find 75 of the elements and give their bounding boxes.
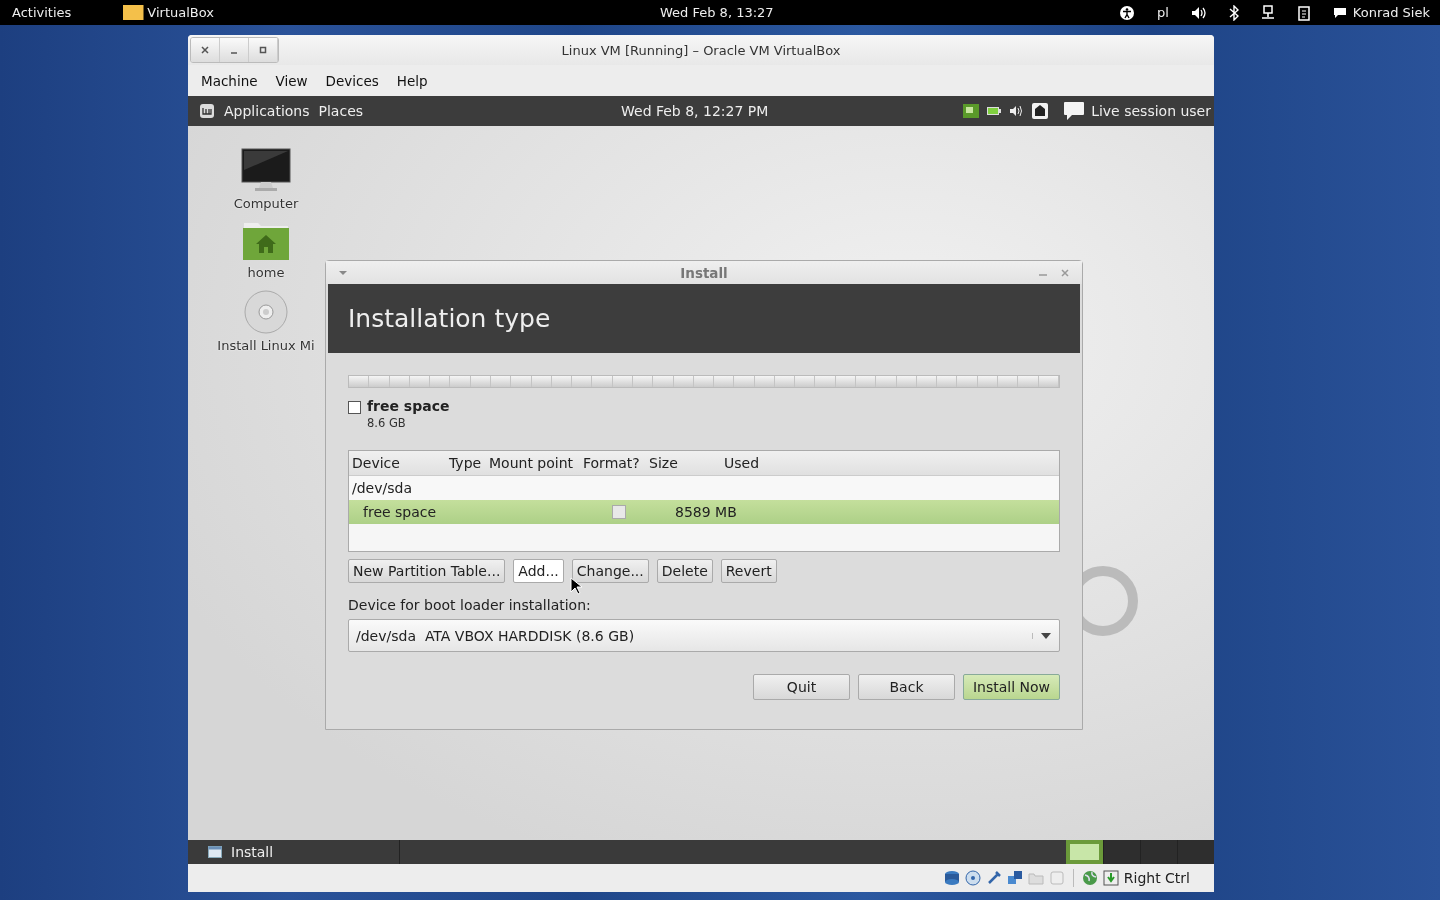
chat-bubble-icon: [1063, 101, 1086, 121]
window-menu-icon[interactable]: [338, 269, 348, 276]
close-button[interactable]: [191, 38, 220, 62]
globe-icon[interactable]: [1081, 870, 1098, 886]
workspace-switcher-cell[interactable]: [1177, 840, 1214, 864]
partition-action-button[interactable]: Delete: [656, 559, 713, 583]
partition-action-button[interactable]: Change...: [571, 559, 649, 583]
dropdown-arrow-icon: [1032, 632, 1051, 639]
menu-item[interactable]: Help: [396, 72, 428, 89]
volume-icon[interactable]: [1009, 105, 1024, 117]
places-menu[interactable]: Places: [318, 103, 364, 119]
maximize-button[interactable]: [249, 38, 278, 62]
boot-loader-label: Device for boot loader installation:: [348, 597, 592, 613]
device-cell-text: /dev/sda: [351, 480, 413, 496]
menu-item[interactable]: Machine: [201, 72, 258, 89]
workspace-switcher-cell[interactable]: [1066, 840, 1103, 864]
home-folder-icon[interactable]: [242, 221, 290, 261]
tray-icon[interactable]: [1031, 102, 1050, 120]
bluetooth-icon[interactable]: [1228, 4, 1239, 21]
hard-disk-icon[interactable]: [943, 870, 960, 886]
dialog-title: Install: [680, 264, 728, 281]
dialog-button[interactable]: Install Now: [963, 674, 1060, 700]
app-menu[interactable]: VirtualBox: [123, 5, 214, 20]
host-key-label: Right Ctrl: [1123, 870, 1190, 886]
partition-checkbox[interactable]: [348, 401, 361, 414]
column-header[interactable]: Format?: [580, 455, 646, 471]
network-icon[interactable]: [963, 104, 980, 118]
partition-action-button[interactable]: Add...: [513, 559, 564, 583]
column-header[interactable]: Type: [446, 455, 486, 471]
chat-bubble-icon: [1332, 6, 1347, 19]
size-cell-text: 8589 MB: [674, 504, 738, 520]
network-adapter-icon[interactable]: [1006, 870, 1023, 886]
network-icon[interactable]: [1260, 4, 1275, 21]
format-checkbox[interactable]: [612, 505, 626, 519]
monitor-icon[interactable]: [241, 148, 291, 192]
activities-button[interactable]: Activities: [12, 5, 72, 20]
workspace-switcher-cell[interactable]: [1103, 840, 1140, 864]
keyboard-layout[interactable]: pl: [1156, 5, 1169, 20]
column-header[interactable]: Device: [349, 455, 446, 471]
maximize-icon: [259, 46, 267, 54]
workspace-switcher-cell[interactable]: [1140, 840, 1177, 864]
menu-item[interactable]: Devices: [325, 72, 379, 89]
guest-clock[interactable]: Wed Feb 8, 12:27 PM: [621, 103, 769, 119]
desktop-icon-label[interactable]: Computer: [233, 196, 299, 211]
heading: Installation type: [348, 304, 551, 333]
desktop-icon-label[interactable]: Install Linux Mi: [217, 338, 315, 353]
dialog-button[interactable]: Quit: [753, 674, 850, 700]
table-row[interactable]: free space 8589 MB: [349, 500, 1059, 524]
clock[interactable]: Wed Feb 8, 13:27: [660, 5, 774, 20]
device-cell-text: free space: [362, 504, 438, 520]
partition-size: 8.6 GB: [367, 416, 407, 430]
clipboard-icon[interactable]: [1296, 4, 1311, 21]
partition-name: free space: [367, 398, 450, 414]
window-title: Linux VM [Running] – Oracle VM VirtualBox: [561, 42, 841, 58]
column-header[interactable]: Used: [721, 455, 804, 471]
menu-logo-icon: [199, 103, 215, 119]
menu-item[interactable]: View: [275, 72, 308, 89]
partition-action-button[interactable]: Revert: [720, 559, 777, 583]
optical-disc-icon[interactable]: [964, 870, 981, 886]
dialog-button[interactable]: Back: [858, 674, 955, 700]
close-icon: [201, 46, 209, 54]
mouse-cursor-icon: [570, 577, 582, 595]
user-menu[interactable]: Konrad Siek: [1352, 5, 1430, 20]
applications-menu[interactable]: Applications: [224, 103, 310, 119]
battery-icon[interactable]: [987, 106, 1002, 116]
window-icon: [208, 846, 222, 858]
column-header[interactable]: Size: [646, 455, 721, 471]
column-header[interactable]: Mount point: [486, 455, 580, 471]
desktop-icon-label[interactable]: home: [247, 265, 285, 280]
keyboard-capture-icon[interactable]: [1102, 870, 1119, 886]
volume-icon[interactable]: [1190, 5, 1207, 20]
partition-action-button[interactable]: New Partition Table...: [348, 559, 506, 583]
boot-device-dropdown[interactable]: /dev/sda ATA VBOX HARDDISK (8.6 GB): [348, 619, 1060, 652]
user-menu[interactable]: Live session user: [1091, 103, 1211, 119]
accessibility-icon[interactable]: [1118, 4, 1135, 21]
